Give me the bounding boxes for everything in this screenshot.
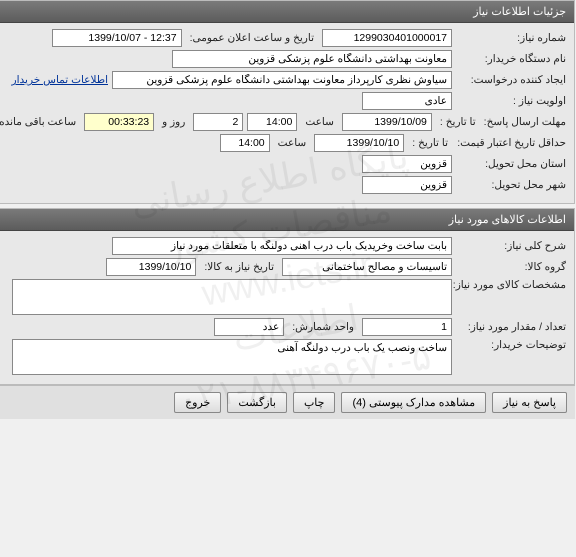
contact-link[interactable]: اطلاعات تماس خریدار <box>13 74 109 86</box>
back-button[interactable]: بازگشت <box>228 392 288 413</box>
days-and-label: روز و <box>159 116 190 128</box>
deadline-label: مهلت ارسال پاسخ: <box>485 116 567 128</box>
need-details-header: جزئیات اطلاعات نیاز <box>1 1 575 23</box>
unit-label: واحد شمارش: <box>289 321 359 333</box>
creator-label: ایجاد کننده درخواست: <box>457 74 567 86</box>
footer-bar: پاسخ به نیاز مشاهده مدارک پیوستی (4) چاپ… <box>0 385 576 419</box>
buyer-field[interactable] <box>173 50 453 68</box>
general-desc-field[interactable] <box>113 237 453 255</box>
qty-field[interactable] <box>363 318 453 336</box>
priority-label: اولویت نیاز : <box>457 95 567 107</box>
delivery-city-field[interactable] <box>363 176 453 194</box>
spec-label: مشخصات کالای مورد نیاز: <box>457 279 567 291</box>
group-label: گروه کالا: <box>457 261 567 273</box>
need-date-field[interactable] <box>107 258 197 276</box>
goods-info-header: اطلاعات کالاهای مورد نیاز <box>1 209 575 231</box>
print-button[interactable]: چاپ <box>294 392 337 413</box>
creator-field[interactable] <box>113 71 453 89</box>
buyer-notes-label: توضیحات خریدار: <box>457 339 567 351</box>
exit-button[interactable]: خروج <box>175 392 222 413</box>
min-validity-time-field[interactable] <box>221 134 271 152</box>
spec-field[interactable] <box>13 279 453 315</box>
announce-date-field[interactable] <box>53 29 183 47</box>
goods-info-panel: اطلاعات کالاهای مورد نیاز شرح کلی نیاز: … <box>0 208 576 385</box>
delivery-prov-field[interactable] <box>363 155 453 173</box>
min-validity-label: حداقل تاریخ اعتبار قیمت: <box>457 137 567 149</box>
need-no-label: شماره نیاز: <box>457 32 567 44</box>
buyer-label: نام دستگاه خریدار: <box>457 53 567 65</box>
qty-label: تعداد / مقدار مورد نیاز: <box>457 321 567 333</box>
announce-date-label: تاریخ و ساعت اعلان عمومی: <box>187 32 319 44</box>
buyer-notes-field[interactable] <box>13 339 453 375</box>
remaining-label: ساعت باقی مانده <box>0 116 81 128</box>
time-label-2: ساعت <box>275 137 312 149</box>
need-date-label: تاریخ نیاز به کالا: <box>201 261 279 273</box>
need-no-field[interactable] <box>323 29 453 47</box>
unit-field[interactable] <box>215 318 285 336</box>
days-remaining-field <box>194 113 244 131</box>
respond-button[interactable]: پاسخ به نیاز <box>493 392 568 413</box>
general-desc-label: شرح کلی نیاز: <box>457 240 567 252</box>
until-label-2: تا تاریخ : <box>409 137 453 149</box>
deadline-date-field[interactable] <box>343 113 433 131</box>
group-field[interactable] <box>283 258 453 276</box>
time-remaining-field <box>85 113 155 131</box>
delivery-prov-label: استان محل تحویل: <box>457 158 567 170</box>
deadline-time-field[interactable] <box>248 113 298 131</box>
until-label: تا تاریخ : <box>437 116 481 128</box>
attachments-button[interactable]: مشاهده مدارک پیوستی (4) <box>342 392 487 413</box>
need-details-panel: جزئیات اطلاعات نیاز شماره نیاز: تاریخ و … <box>0 0 576 204</box>
time-label-1: ساعت <box>302 116 339 128</box>
priority-field[interactable] <box>363 92 453 110</box>
min-validity-date-field[interactable] <box>315 134 405 152</box>
delivery-city-label: شهر محل تحویل: <box>457 179 567 191</box>
